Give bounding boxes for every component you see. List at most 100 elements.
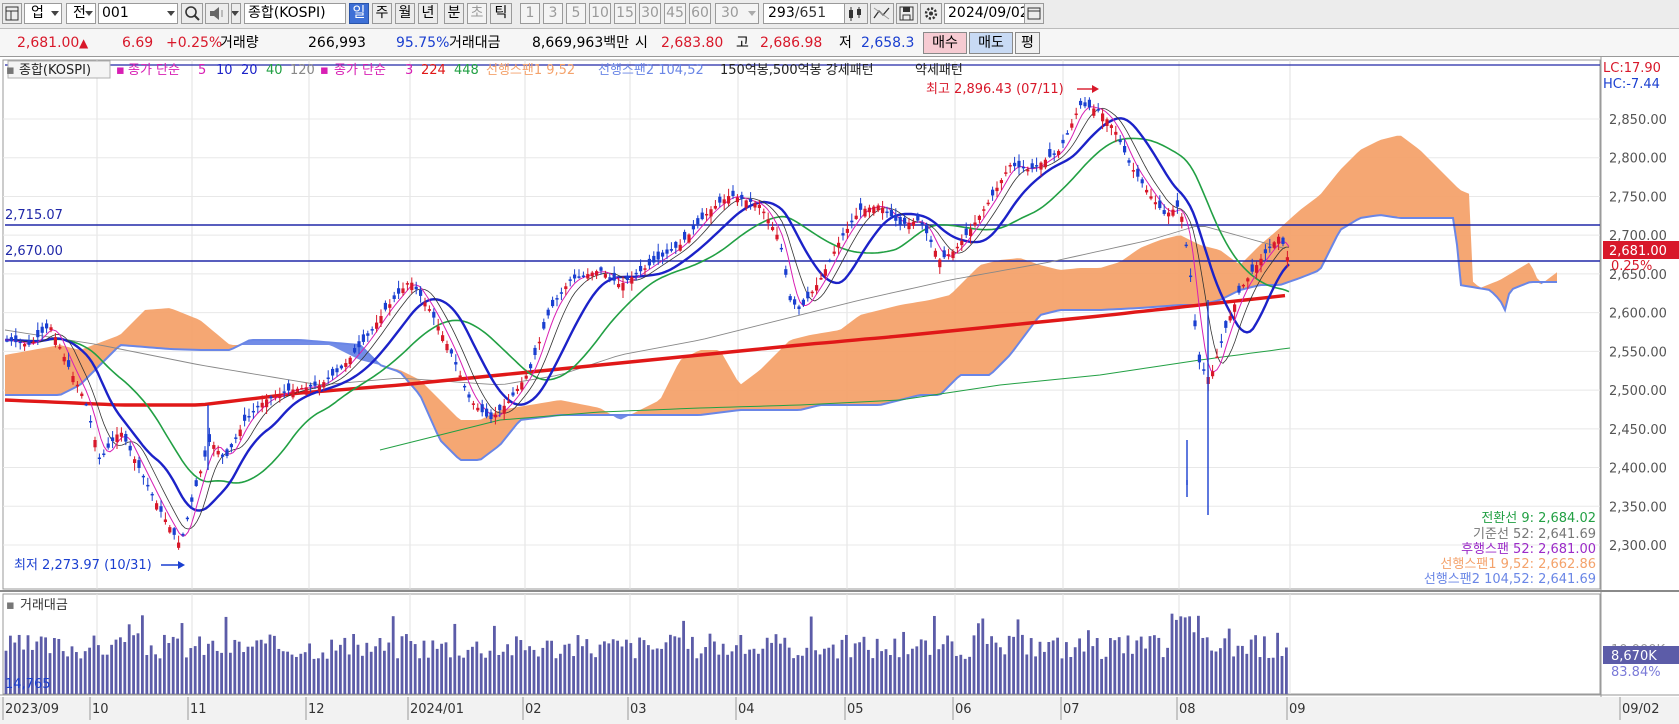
volume-bar[interactable]	[1113, 640, 1117, 694]
volume-bar[interactable]	[616, 640, 619, 694]
volume-bar[interactable]	[233, 639, 237, 694]
volume-bar[interactable]	[1258, 657, 1262, 694]
volume-bar[interactable]	[163, 634, 166, 694]
candle[interactable]	[150, 492, 154, 501]
tab-minute[interactable]: 분	[444, 3, 464, 24]
volume-bar[interactable]	[1183, 617, 1187, 694]
volume-bar[interactable]	[365, 642, 369, 694]
volume-bar[interactable]	[994, 642, 998, 694]
volume-bar[interactable]	[1192, 632, 1196, 694]
volume-bar[interactable]	[1267, 657, 1271, 694]
volume-bar[interactable]	[325, 658, 329, 694]
volume-bar[interactable]	[633, 658, 637, 694]
volume-bar[interactable]	[1091, 646, 1095, 694]
legend-pattern-bear[interactable]: 약세패턴	[915, 63, 963, 78]
volume-bar[interactable]	[506, 644, 509, 694]
volume-bar[interactable]	[290, 654, 294, 694]
candle[interactable]	[1180, 213, 1184, 229]
date-field[interactable]: 2024/09/02	[944, 3, 1028, 24]
volume-bar[interactable]	[374, 646, 377, 694]
volume-bar[interactable]	[761, 648, 765, 694]
candle[interactable]	[370, 326, 374, 335]
volume-bar[interactable]	[805, 647, 809, 694]
candle[interactable]	[955, 242, 959, 254]
volume-bar[interactable]	[796, 655, 800, 694]
candle[interactable]	[1219, 333, 1223, 348]
volume-bar[interactable]	[1056, 637, 1059, 694]
volume-bar[interactable]	[699, 653, 703, 694]
candle[interactable]	[991, 186, 995, 201]
volume-bar[interactable]	[215, 650, 219, 694]
volume-bar[interactable]	[145, 654, 149, 694]
volume-bar[interactable]	[911, 648, 914, 694]
candle[interactable]	[168, 524, 172, 534]
candle[interactable]	[951, 249, 955, 261]
volume-bar[interactable]	[792, 658, 795, 694]
volume-bar[interactable]	[603, 641, 606, 694]
volume-bar[interactable]	[1157, 637, 1161, 694]
candle[interactable]	[203, 446, 207, 461]
candle[interactable]	[696, 215, 700, 229]
volume-bar[interactable]	[849, 657, 853, 694]
volume-bar[interactable]	[1038, 641, 1042, 694]
price-chart[interactable]: ▪ 종합(KOSPI) ▪ 종가 단순 5 10 20 40 120 ▪ 종가 …	[0, 57, 1679, 720]
volume-bar[interactable]	[88, 647, 91, 694]
volume-bar[interactable]	[528, 646, 531, 694]
volume-bar[interactable]	[981, 618, 985, 694]
volume-bar[interactable]	[488, 650, 492, 694]
candle[interactable]	[141, 474, 145, 485]
volume-bar[interactable]	[462, 657, 465, 694]
volume-bar[interactable]	[739, 635, 743, 694]
volume-bar[interactable]	[1219, 648, 1222, 694]
volume-bar[interactable]	[1029, 638, 1033, 694]
volume-bar[interactable]	[497, 654, 501, 694]
candle[interactable]	[1211, 364, 1215, 379]
volume-bar[interactable]	[339, 644, 342, 694]
volume-bar[interactable]	[629, 643, 633, 694]
candle[interactable]	[841, 227, 845, 241]
candle[interactable]	[304, 382, 308, 396]
volume-bar[interactable]	[831, 644, 835, 694]
volume-bar[interactable]	[801, 655, 804, 694]
volume-bar[interactable]	[387, 642, 391, 694]
candle[interactable]	[995, 181, 999, 198]
candle[interactable]	[1074, 107, 1078, 120]
volume-bar[interactable]	[158, 658, 162, 694]
volume-bar[interactable]	[1223, 638, 1227, 694]
volume-bar[interactable]	[1210, 650, 1213, 694]
candle[interactable]	[709, 206, 713, 224]
volume-bar[interactable]	[413, 644, 417, 694]
volume-bar[interactable]	[1109, 638, 1112, 694]
candle[interactable]	[977, 214, 981, 224]
candle[interactable]	[23, 342, 27, 351]
candle[interactable]	[1140, 177, 1144, 188]
candle[interactable]	[1149, 188, 1153, 201]
candle[interactable]	[366, 330, 370, 342]
volume-bar[interactable]	[281, 651, 285, 694]
volume-bar[interactable]	[167, 643, 171, 694]
volume-bar[interactable]	[66, 656, 69, 694]
volume-bar[interactable]	[119, 637, 122, 694]
candle[interactable]	[779, 243, 783, 253]
candle[interactable]	[467, 391, 471, 403]
volume-bar[interactable]	[963, 658, 967, 694]
interval-select[interactable]: 30	[715, 3, 759, 24]
volume-bar[interactable]	[1007, 635, 1011, 694]
candle[interactable]	[771, 221, 775, 232]
prev-select[interactable]: 전	[66, 3, 96, 24]
candle[interactable]	[234, 433, 238, 444]
candle[interactable]	[1008, 162, 1012, 173]
candle[interactable]	[449, 348, 453, 357]
candle[interactable]	[793, 296, 797, 310]
volume-bar[interactable]	[202, 654, 206, 694]
volume-bar[interactable]	[726, 654, 729, 694]
volume-bar[interactable]	[75, 652, 78, 694]
volume-bar[interactable]	[471, 646, 474, 694]
candle[interactable]	[1193, 314, 1197, 330]
volume-bar[interactable]	[123, 642, 127, 694]
candle[interactable]	[661, 249, 665, 265]
volume-bar[interactable]	[977, 623, 980, 694]
volume-bar[interactable]	[1100, 658, 1103, 694]
candle[interactable]	[933, 248, 937, 259]
volume-bar[interactable]	[1078, 638, 1081, 694]
